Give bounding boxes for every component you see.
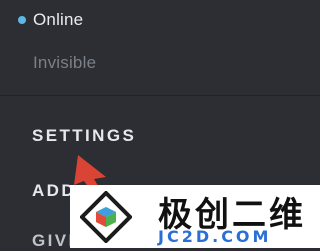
settings-menu-item[interactable]: SETTINGS bbox=[32, 126, 136, 146]
status-online-item[interactable]: Online bbox=[18, 10, 83, 30]
watermark-domain: JC2D.COM bbox=[158, 227, 272, 246]
status-invisible-label: Invisible bbox=[33, 53, 97, 72]
red-arrow-pointer-icon bbox=[74, 155, 106, 189]
status-online-label: Online bbox=[33, 10, 84, 29]
watermark-logo-icon bbox=[80, 191, 132, 243]
menu-divider bbox=[0, 95, 320, 96]
online-status-dot-icon bbox=[18, 16, 26, 24]
watermark-overlay: 极创二维 JC2D.COM bbox=[70, 185, 320, 248]
status-invisible-item[interactable]: Invisible bbox=[33, 53, 96, 73]
